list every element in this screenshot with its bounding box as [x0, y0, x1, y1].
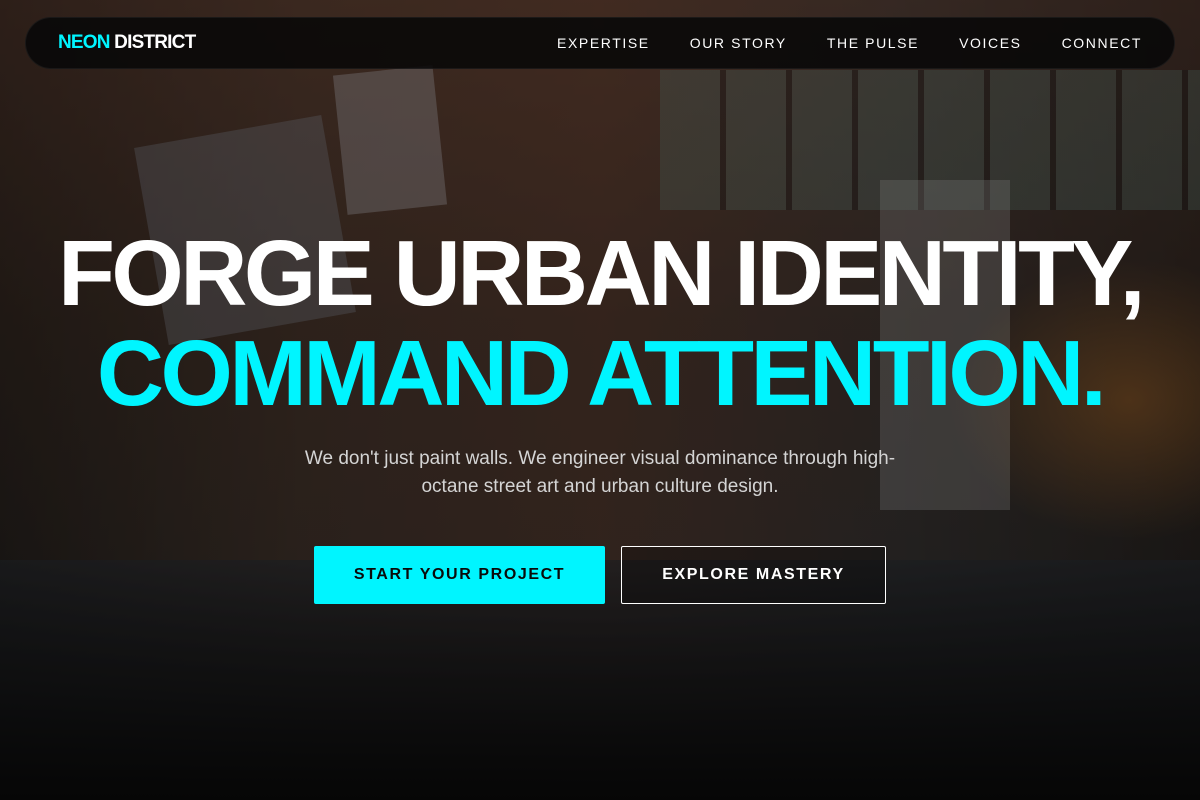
hero-subtext: We don't just paint walls. We engineer v…	[304, 448, 896, 497]
top-navbar: NEON DISTRICT EXPERTISE OUR STORY THE PU…	[25, 17, 1175, 69]
brand-logo-rest: DISTRICT	[109, 32, 196, 53]
nav-link-our-story[interactable]: OUR STORY	[690, 35, 787, 51]
explore-mastery-button[interactable]: EXPLORE MASTERY	[621, 546, 886, 604]
hero-headline-line1: FORGE URBAN IDENTITY,	[58, 221, 1145, 325]
nav-link-connect[interactable]: CONNECT	[1062, 35, 1142, 51]
start-project-button[interactable]: START YOUR PROJECT	[314, 546, 605, 604]
nav-link-the-pulse[interactable]: THE PULSE	[827, 35, 919, 51]
cta-row: START YOUR PROJECT EXPLORE MASTERY	[0, 546, 1200, 604]
hero-headline: FORGE URBAN IDENTITY, COMMAND ATTENTION.	[0, 225, 1200, 421]
brand-logo[interactable]: NEON DISTRICT	[58, 32, 196, 54]
nav-links: EXPERTISE OUR STORY THE PULSE VOICES CON…	[557, 35, 1142, 51]
brand-logo-accent: NEON	[58, 32, 110, 53]
nav-link-voices[interactable]: VOICES	[959, 35, 1022, 51]
nav-link-expertise[interactable]: EXPERTISE	[557, 35, 650, 51]
hero-headline-line2: COMMAND ATTENTION.	[96, 321, 1107, 425]
hero-section: FORGE URBAN IDENTITY, COMMAND ATTENTION.…	[0, 225, 1200, 604]
